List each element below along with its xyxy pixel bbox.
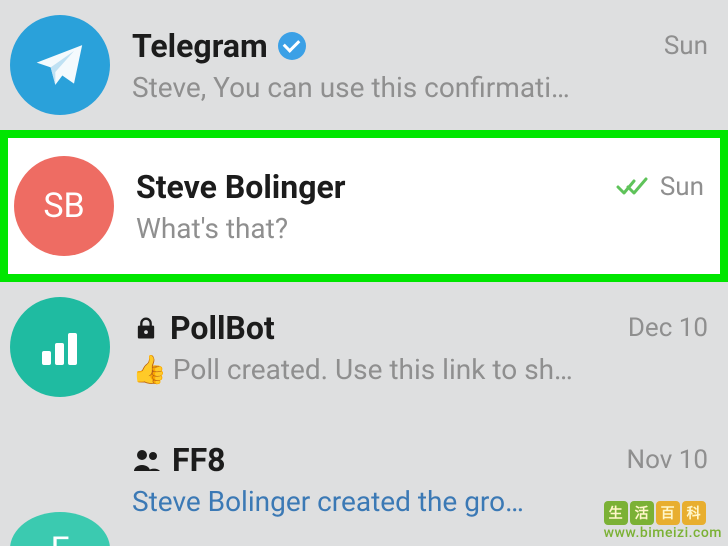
chat-content: Steve Bolinger Sun What's that? bbox=[136, 168, 704, 245]
chat-name: Steve Bolinger bbox=[136, 168, 345, 206]
avatar: SB bbox=[14, 156, 114, 256]
lock-icon bbox=[132, 314, 160, 342]
avatar: F bbox=[10, 512, 110, 546]
chat-time: Nov 10 bbox=[627, 445, 708, 475]
chat-preview: What's that? bbox=[136, 212, 704, 245]
chat-time: Dec 10 bbox=[628, 313, 708, 343]
read-check-icon bbox=[616, 175, 652, 199]
chat-preview: Steve Bolinger created the gro… bbox=[132, 485, 708, 518]
verified-icon bbox=[278, 32, 306, 60]
chat-time: Sun bbox=[664, 31, 708, 61]
watermark-url: www.bimeizi.com bbox=[604, 525, 722, 541]
avatar-initials: SB bbox=[43, 186, 84, 226]
chat-row-pollbot[interactable]: PollBot Dec 10 👍Poll created. Use this l… bbox=[0, 282, 728, 412]
chat-content: Telegram Sun Steve, You can use this con… bbox=[132, 27, 708, 104]
chat-name: Telegram bbox=[132, 27, 268, 65]
chat-preview: Steve, You can use this confirmati… bbox=[132, 71, 708, 104]
chat-time: Sun bbox=[660, 172, 704, 202]
chat-content: FF8 Nov 10 Steve Bolinger created the gr… bbox=[132, 441, 708, 518]
chat-row-telegram[interactable]: Telegram Sun Steve, You can use this con… bbox=[0, 0, 728, 130]
chat-content: PollBot Dec 10 👍Poll created. Use this l… bbox=[132, 309, 708, 386]
chat-name: FF8 bbox=[172, 441, 225, 479]
chat-row-ff8[interactable]: F FF8 Nov 10 bbox=[0, 412, 728, 546]
avatar bbox=[10, 297, 110, 397]
chat-row-steve[interactable]: SB Steve Bolinger Sun What's that? bbox=[0, 130, 728, 282]
group-icon bbox=[132, 447, 162, 473]
chat-name: PollBot bbox=[170, 309, 275, 347]
telegram-icon bbox=[32, 37, 88, 93]
avatar-initials: F bbox=[51, 530, 70, 546]
avatar bbox=[10, 15, 110, 115]
thumbs-up-emoji: 👍 bbox=[132, 353, 167, 386]
chat-preview: 👍Poll created. Use this link to sh… bbox=[132, 353, 708, 386]
bar-chart-icon bbox=[34, 321, 86, 373]
